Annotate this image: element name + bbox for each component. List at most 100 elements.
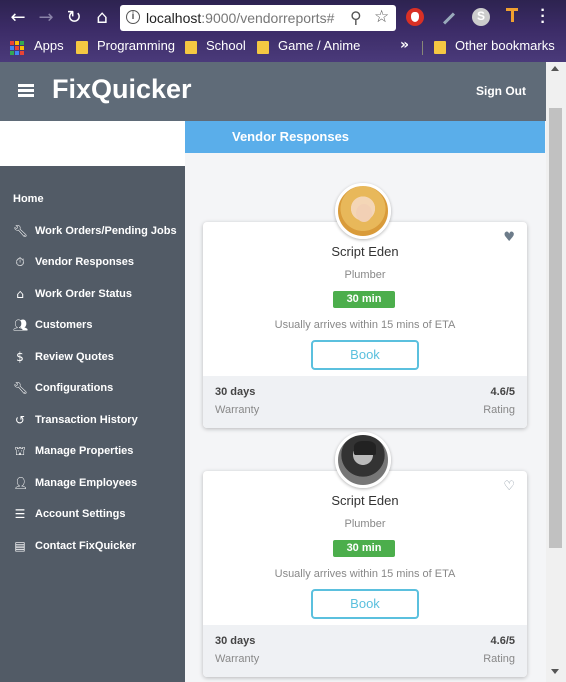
bookmark-apps[interactable]: Apps [34, 38, 64, 53]
dollar-icon: $ [16, 350, 24, 364]
eta-note: Usually arrives within 15 mins of ETA [274, 319, 456, 331]
forward-arrow-icon[interactable]: → [36, 8, 56, 28]
sidebar-item-manage-employees[interactable]: 👤︎ Manage Employees [13, 476, 183, 494]
sidebar-item-configurations[interactable]: 🔧︎ Configurations [13, 381, 183, 399]
sliders-icon: ☰ [14, 507, 26, 521]
warranty-label: Warranty [215, 653, 260, 665]
extension-red-icon[interactable] [406, 8, 424, 26]
sidebar-item-label: Transaction History [35, 414, 138, 426]
star-icon[interactable]: ☆ [374, 7, 389, 27]
vendor-avatar [335, 432, 391, 488]
heart-outline-icon[interactable]: ♡ [503, 479, 515, 494]
book-button[interactable]: Book [311, 589, 419, 619]
sidebar-top-spacer [0, 121, 185, 166]
back-arrow-icon[interactable]: ← [8, 8, 28, 28]
sidebar-item-review-quotes[interactable]: $ Review Quotes [13, 350, 183, 368]
heart-filled-icon[interactable]: ♥ [503, 230, 515, 245]
sidebar-item-label: Manage Employees [35, 477, 138, 489]
info-icon[interactable]: i [126, 10, 140, 24]
hamburger-menu-icon[interactable] [18, 84, 34, 97]
eta-note: Usually arrives within 15 mins of ETA [274, 568, 456, 580]
eta-badge: 30 min [333, 291, 395, 308]
sidebar-item-work-order-status[interactable]: ⌂ Work Order Status [13, 287, 183, 305]
vendor-avatar [335, 183, 391, 239]
rating-label: Rating [483, 404, 515, 416]
rating-value: 4.6/5 [490, 635, 515, 647]
sidebar-item-label: Account Settings [35, 508, 126, 520]
wrench-icon: 🔧︎ [13, 224, 29, 238]
sidebar-item-label: Manage Properties [35, 445, 134, 457]
vendor-list: ♥ Script Eden Plumber 30 min Usually arr… [185, 153, 546, 682]
sidebar-item-label: Vendor Responses [35, 256, 135, 268]
folder-icon [434, 41, 446, 54]
vendor-card: ♡ Script Eden Plumber 30 min Usually arr… [203, 471, 527, 677]
bookmarks-overflow-button[interactable]: » [400, 37, 409, 53]
app-header: FixQuicker Sign Out [0, 62, 546, 121]
users-icon: 👥︎ [13, 318, 29, 332]
history-icon: ↺ [14, 413, 26, 427]
extension-skype-icon[interactable] [472, 8, 490, 26]
sidebar-item-vendor-responses[interactable]: ⏱ Vendor Responses [13, 255, 183, 273]
url-host: localhost [146, 10, 202, 26]
apps-grid-icon[interactable] [10, 41, 24, 55]
rating-label: Rating [483, 653, 515, 665]
vendor-card: ♥ Script Eden Plumber 30 min Usually arr… [203, 222, 527, 428]
scroll-down-arrow-icon[interactable] [551, 669, 559, 674]
sidebar-item-transaction-history[interactable]: ↺ Transaction History [13, 413, 183, 431]
wrench-icon: 🔧︎ [13, 381, 29, 395]
reload-icon[interactable]: ↻ [64, 8, 84, 28]
address-bar[interactable]: i localhost:9000/vendorreports# ⚲ ☆ [120, 5, 396, 31]
warranty-value: 30 days [215, 386, 256, 398]
kebab-menu-icon[interactable]: · · · [538, 3, 548, 31]
vertical-scrollbar[interactable] [546, 62, 566, 682]
bookmark-game-anime[interactable]: Game / Anime [278, 38, 360, 53]
sidebar-item-work-orders[interactable]: 🔧︎ Work Orders/Pending Jobs [13, 224, 183, 242]
sidebar-item-customers[interactable]: 👥︎ Customers [13, 318, 183, 336]
book-button[interactable]: Book [311, 340, 419, 370]
sign-out-link[interactable]: Sign Out [476, 84, 526, 98]
bookmark-programming[interactable]: Programming [97, 38, 175, 53]
url-path: :9000/vendorreports# [201, 10, 335, 26]
warranty-label: Warranty [215, 404, 260, 416]
rating-value: 4.6/5 [490, 386, 515, 398]
sidebar-item-manage-properties[interactable]: ⛫ Manage Properties [13, 444, 183, 462]
extension-pen-icon[interactable] [440, 10, 456, 26]
bookmark-other[interactable]: Other bookmarks [455, 38, 555, 53]
eta-badge: 30 min [333, 540, 395, 557]
building-icon: ⛫ [14, 444, 26, 458]
page-viewport: FixQuicker Sign Out Home 🔧︎ Work Orders/… [0, 62, 566, 682]
vendor-trade: Plumber [344, 518, 386, 530]
sidebar-item-contact[interactable]: ▤ Contact FixQuicker [13, 539, 183, 557]
browser-chrome: ← → ↻ ⌂ i localhost:9000/vendorreports# … [0, 0, 566, 62]
sidebar-item-home[interactable]: Home [13, 193, 44, 205]
scrollbar-thumb[interactable] [549, 108, 562, 548]
folder-icon [185, 41, 197, 54]
bookmarks-bar: Apps Programming School Game / Anime » O… [0, 36, 566, 58]
sidebar-item-label: Configurations [35, 382, 114, 394]
card-footer: 30 days Warranty 4.6/5 Rating [203, 625, 527, 677]
sidebar-item-label: Customers [35, 319, 93, 331]
scroll-up-arrow-icon[interactable] [551, 66, 559, 71]
zoom-icon[interactable]: ⚲ [350, 8, 362, 27]
sidebar-item-label: Work Orders/Pending Jobs [35, 225, 177, 237]
folder-icon [257, 41, 269, 54]
home-icon: ⌂ [16, 287, 24, 301]
home-icon[interactable]: ⌂ [92, 8, 112, 28]
extension-t-icon[interactable] [506, 8, 518, 24]
sidebar-item-label: Review Quotes [35, 351, 114, 363]
stopwatch-icon: ⏱ [15, 255, 25, 269]
card-footer: 30 days Warranty 4.6/5 Rating [203, 376, 527, 428]
bookmarks-divider [422, 41, 423, 55]
warranty-value: 30 days [215, 635, 256, 647]
sidebar: Home 🔧︎ Work Orders/Pending Jobs ⏱ Vendo… [0, 166, 185, 682]
section-banner: Vendor Responses [185, 121, 545, 153]
sidebar-item-label: Contact FixQuicker [35, 540, 136, 552]
address-text: localhost:9000/vendorreports# [146, 10, 334, 26]
vendor-name: Script Eden [331, 244, 399, 259]
brand-logo[interactable]: FixQuicker [52, 74, 192, 105]
user-icon: 👤︎ [13, 476, 29, 490]
vendor-name: Script Eden [331, 493, 399, 508]
bookmark-school[interactable]: School [206, 38, 246, 53]
sidebar-item-label: Work Order Status [35, 288, 132, 300]
sidebar-item-account-settings[interactable]: ☰ Account Settings [13, 507, 183, 525]
